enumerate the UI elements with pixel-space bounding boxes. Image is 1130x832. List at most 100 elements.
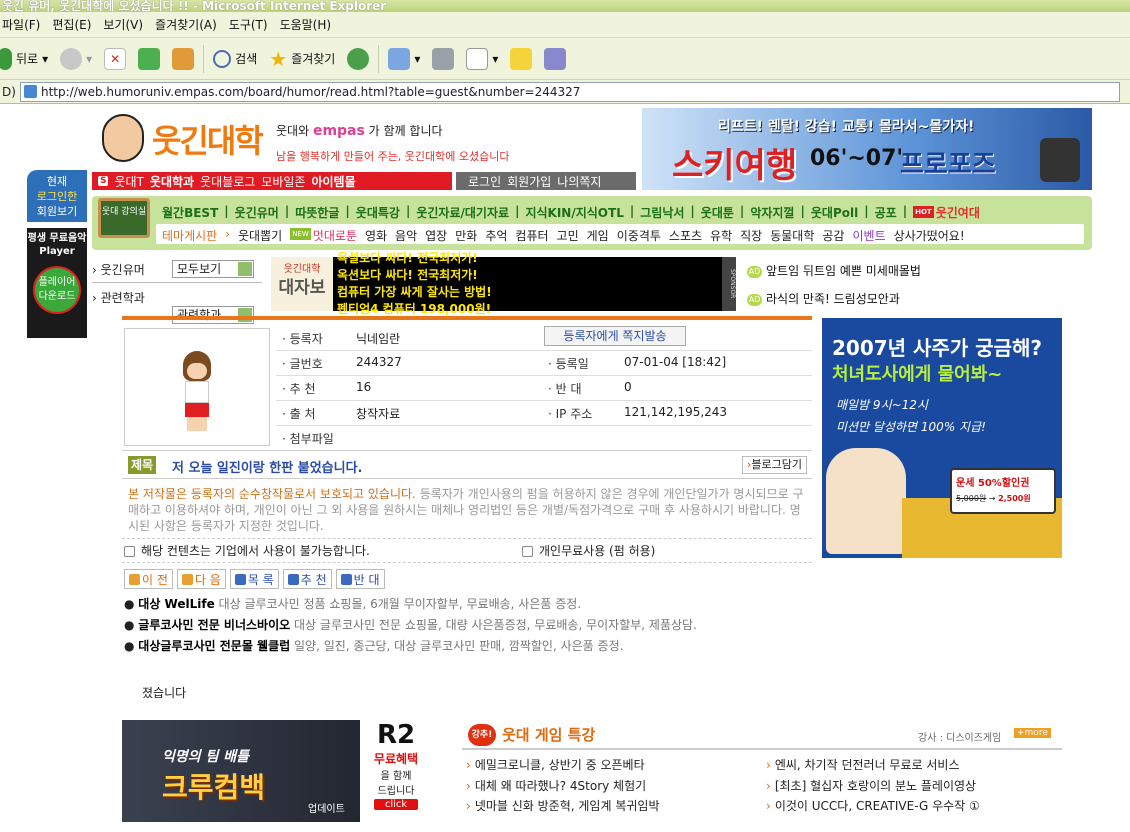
category-link[interactable]: 공포 [875, 204, 897, 221]
favorites-button[interactable]: ★ 즐겨찾기 [263, 43, 341, 75]
theme-link[interactable]: 컴퓨터 [515, 227, 548, 244]
back-button[interactable]: 뒤로 ▾ [0, 43, 54, 75]
theme-board-label[interactable]: 테마게시판 [162, 227, 217, 244]
theme-link[interactable]: 직장 [740, 227, 762, 244]
menu-tools[interactable]: 도구(T) [227, 16, 278, 33]
category-link[interactable]: 웃대특강 [356, 204, 400, 221]
theme-link[interactable]: 웃대뽑기 [238, 227, 282, 244]
post-title: 저 오늘 일진이랑 한판 붙었습니다. [172, 461, 363, 476]
category-link[interactable]: 웃긴유머 [235, 204, 279, 221]
messages-link[interactable]: 나의쪽지 [557, 173, 601, 190]
nav-item[interactable]: 아이템몰 [311, 173, 355, 190]
fortune-ad-banner[interactable]: 2007년 사주가 궁금해? 처녀도사에게 물어봐~ 매일밤 9시~12시 미션… [822, 318, 1062, 558]
print-button[interactable] [426, 43, 460, 75]
theme-link[interactable]: 이벤트 [852, 227, 885, 244]
list-item[interactable]: ● 글루코사민 전문 비너스바이오 대상 글루코사민 전문 쇼핑몰, 대량 사은… [124, 616, 697, 633]
signup-link[interactable]: 회원가입 [507, 173, 551, 190]
menu-file[interactable]: 파일(F) [0, 16, 50, 33]
stop-button[interactable]: ✕ [98, 43, 132, 75]
site-logo: 웃긴대학 [152, 122, 264, 160]
category-link[interactable]: 악자지껄 [750, 204, 794, 221]
theme-link[interactable]: 동물대학 [770, 227, 814, 244]
list-item[interactable]: 에밀크로니클, 상반기 중 오픈베타 [466, 756, 645, 773]
category-link[interactable]: 그림낙서 [640, 204, 684, 221]
gondola-icon [1040, 138, 1080, 182]
sponsor-banner[interactable]: 웃긴대학 대자보 욕설보다 싸다! 전국최저가! 옥션보다 싸다! 전국최저가!… [271, 251, 736, 316]
recommend-button[interactable]: 추 천 [282, 569, 332, 589]
author-avatar [124, 328, 270, 446]
theme-link[interactable]: 멋대로툰 [313, 227, 357, 244]
ad-link[interactable]: AD 라식의 만족! 드림성모안과 [747, 290, 900, 307]
theme-link[interactable]: 상사가떴어요! [894, 227, 965, 244]
discuss-button[interactable] [504, 43, 538, 75]
theme-link[interactable]: 고민 [557, 227, 579, 244]
category-link[interactable]: 웃대Poll [811, 204, 858, 221]
theme-link[interactable]: 유학 [710, 227, 732, 244]
online-members-box[interactable]: 현재 로그인한 회원보기 [27, 170, 87, 222]
category-link[interactable]: 웃대툰 [701, 204, 734, 221]
login-link[interactable]: 로그인 [468, 173, 501, 190]
list-item[interactable]: ● 대상글루코사민 전문몰 웰클럽 일양, 일진, 종근당, 대상 글루코사민 … [124, 637, 697, 654]
list-item[interactable]: 넷마블 신화 방준혁, 게임계 복귀임박 [466, 797, 660, 814]
ad-link[interactable]: AD 앞트임 뒤트임 예쁜 미세매몰법 [747, 262, 921, 279]
music-player-box[interactable]: 평생 무료음악 Player 플레이어 다운로드 [27, 228, 87, 338]
edit-button[interactable]: ▾ [460, 43, 504, 75]
send-message-button[interactable]: 등록자에게 쪽지발송 [544, 326, 686, 346]
address-input[interactable]: http://web.humoruniv.empas.com/board/hum… [20, 81, 1120, 102]
menu-help[interactable]: 도움말(H) [278, 16, 342, 33]
list-icon [234, 573, 246, 585]
number-label: · 글번호 [282, 357, 323, 371]
next-button[interactable]: 다 음 [176, 569, 226, 589]
theme-link[interactable]: 공감 [822, 227, 844, 244]
theme-link[interactable]: 음악 [395, 227, 417, 244]
nav-item[interactable]: 웃대블로그 [200, 173, 255, 190]
list-button[interactable]: 목 록 [229, 569, 279, 589]
lecture-room-badge[interactable]: 웃대 강의실 [98, 198, 150, 238]
category-link[interactable]: 월간BEST [162, 204, 218, 221]
click-button[interactable]: click [374, 799, 418, 810]
category-link[interactable]: 웃긴여대 [936, 204, 980, 221]
history-button[interactable] [341, 43, 375, 75]
category-link[interactable]: 따뜻한글 [295, 204, 339, 221]
home-button[interactable] [166, 43, 200, 75]
category-link[interactable]: 웃긴자료/대기자료 [416, 204, 509, 221]
theme-link[interactable]: 이중격투 [617, 227, 661, 244]
nav-item[interactable]: 모바일존 [261, 173, 305, 190]
prev-button[interactable]: 이 전 [124, 569, 173, 589]
theme-link[interactable]: 엽장 [425, 227, 447, 244]
more-button[interactable]: +more [1014, 728, 1051, 738]
list-item[interactable]: 대체 왜 따라했나? 4Story 체험기 [466, 777, 646, 794]
category-link[interactable]: 지식KIN/지식OTL [525, 204, 623, 221]
list-item[interactable]: ● 대상 WelLife 대상 글루코사민 정품 쇼핑몰, 6개월 무이자할부,… [124, 595, 697, 612]
list-item[interactable]: 엔씨, 차기작 던전러너 무료로 서비스 [766, 756, 960, 773]
refresh-button[interactable] [132, 43, 166, 75]
messenger-button[interactable] [538, 43, 572, 75]
list-item[interactable]: 이것이 UCC다, CREATIVE-G 우수작 ① [766, 797, 980, 814]
menu-edit[interactable]: 편집(E) [50, 16, 101, 33]
ski-trip-banner[interactable]: 리프트! 렌탈! 강습! 교통! 몰라서~몰가자! 스키여행 06'~07' 프… [642, 108, 1092, 190]
theme-link[interactable]: 영화 [365, 227, 387, 244]
attachment-label: · 첨부파일 [282, 432, 334, 446]
menu-favorites[interactable]: 즐겨찾기(A) [153, 16, 227, 33]
view-all-select[interactable]: 모두보기 [172, 260, 254, 278]
search-button[interactable]: 검색 [207, 43, 263, 75]
theme-link[interactable]: 게임 [587, 227, 609, 244]
account-nav: 로그인 회원가입 나의쪽지 [456, 172, 636, 190]
oppose-button[interactable]: 반 대 [335, 569, 385, 589]
site-logo-area[interactable]: 웃긴대학 웃대와 empas 가 함께 합니다 남을 행복하게 만들어 주는, … [92, 112, 638, 168]
author-name[interactable]: 닉네임란 [356, 330, 400, 347]
theme-link[interactable]: 스포츠 [669, 227, 702, 244]
mail-button[interactable]: ▾ [382, 43, 426, 75]
discount-coupon: 운세 50%할인권 5,000원 → 2,500원 [950, 468, 1056, 514]
r2-game-banner[interactable]: 익명의 팀 배틀 크루컴백 업데이트 R2 무료혜택 을 함께 드립니다 cli… [122, 720, 432, 822]
nav-item[interactable]: 웃대학과 [150, 173, 194, 190]
player-download-button[interactable]: 플레이어 다운로드 [33, 266, 81, 314]
list-item[interactable]: [최초] 혈십자 호랑이의 분노 플레이영상 [766, 777, 976, 794]
nav-item[interactable]: 웃대T [114, 173, 143, 190]
add-to-blog-button[interactable]: ›블로그담기 [742, 456, 808, 474]
s-icon: S [98, 176, 109, 186]
theme-link[interactable]: 만화 [455, 227, 477, 244]
forward-button[interactable]: ▾ [54, 43, 98, 75]
menu-view[interactable]: 보기(V) [101, 16, 153, 33]
theme-link[interactable]: 추억 [485, 227, 507, 244]
